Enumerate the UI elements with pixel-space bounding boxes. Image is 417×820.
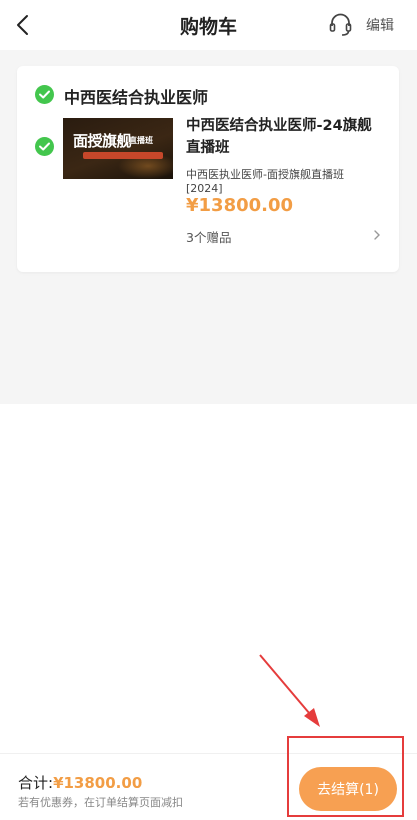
customer-service-button[interactable] <box>327 11 354 38</box>
total-line: 合计:¥13800.00 <box>18 772 142 793</box>
edit-button[interactable]: 编辑 <box>366 15 394 35</box>
thumbnail-tag: 直播班 <box>129 136 153 145</box>
header-bar: 购物车 编辑 <box>0 0 417 50</box>
chevron-left-icon <box>17 15 28 35</box>
thumbnail-title: 面授旗舰 <box>73 132 132 150</box>
shop-name: 中西医结合执业医师 <box>64 88 209 107</box>
product-title[interactable]: 中西医结合执业医师-24旗舰直播班 <box>186 115 386 159</box>
gifts-row[interactable]: 3个赠品 <box>186 225 382 245</box>
shop-select-checkbox[interactable] <box>35 85 54 104</box>
checkmark-icon <box>39 90 50 99</box>
page-title: 购物车 <box>179 15 237 38</box>
total-label: 合计: <box>18 774 54 792</box>
item-select-checkbox[interactable] <box>35 137 54 156</box>
product-subtitle: 中西医执业医师-面授旗舰直播班[2024] <box>186 168 344 195</box>
thumbnail-band <box>83 152 163 159</box>
chevron-right-icon <box>374 230 380 240</box>
product-price: ¥13800.00 <box>186 195 294 216</box>
coupon-note: 若有优惠券，在订单结算页面减扣 <box>18 796 183 809</box>
total-amount: ¥13800.00 <box>53 774 143 792</box>
checkout-button[interactable]: 去结算(1) <box>299 767 397 811</box>
headset-icon <box>329 13 352 36</box>
product-thumbnail[interactable]: 面授旗舰 直播班 <box>63 118 173 179</box>
gifts-label: 3个赠品 <box>186 230 232 245</box>
back-button[interactable] <box>10 11 38 39</box>
checkmark-icon <box>39 142 50 151</box>
